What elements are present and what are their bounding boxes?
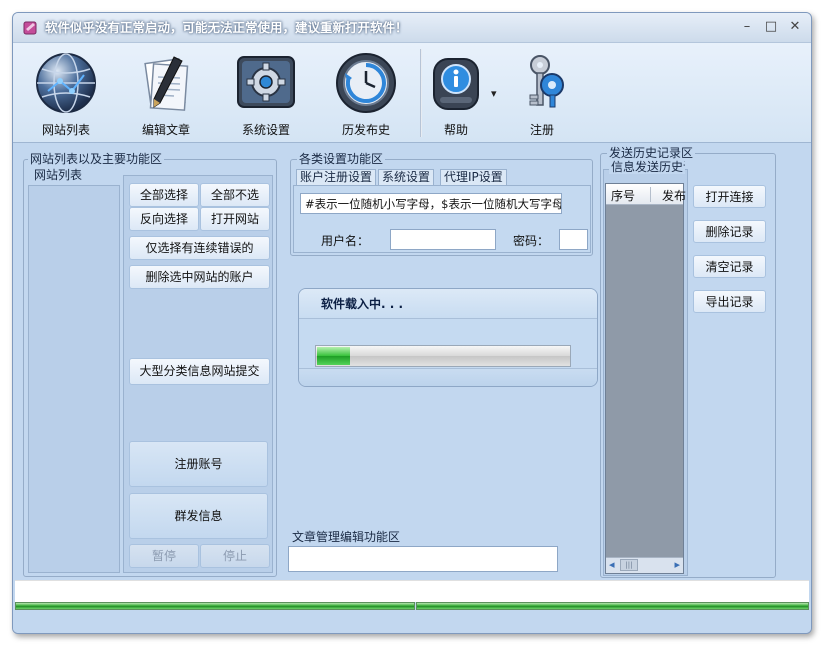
loading-dialog-footer bbox=[299, 368, 597, 386]
info-icon bbox=[433, 58, 479, 110]
window-title: 软件似乎没有正常启动，可能无法正常使用，建议重新打开软件！ bbox=[45, 20, 408, 35]
select-errors-button[interactable]: 仅选择有连续错误的 bbox=[129, 236, 270, 260]
scroll-thumb[interactable]: ||| bbox=[620, 559, 638, 571]
register-account-button[interactable]: 注册账号 bbox=[129, 441, 268, 487]
password-label: 密码： bbox=[513, 234, 550, 248]
clear-records-button[interactable]: 清空记录 bbox=[693, 255, 766, 278]
status-text-area bbox=[15, 580, 809, 602]
history-horizontal-scrollbar[interactable]: ◂ ||| ▸ bbox=[606, 557, 683, 573]
export-records-button[interactable]: 导出记录 bbox=[693, 290, 766, 313]
pause-button[interactable]: 暂停 bbox=[129, 544, 199, 568]
random-format-hint: #表示一位随机小写字母，$表示一位随机大写字母 bbox=[300, 193, 562, 214]
scroll-left-icon[interactable]: ◂ bbox=[609, 558, 615, 571]
column-divider[interactable] bbox=[650, 187, 651, 202]
password-input[interactable] bbox=[559, 229, 588, 250]
status-progress-left bbox=[15, 602, 415, 610]
loading-text: 软件载入中. . . bbox=[321, 297, 404, 311]
toolbar-publish-history[interactable]: 历发布史 bbox=[321, 47, 411, 139]
minimize-button[interactable]: – bbox=[737, 18, 757, 36]
chevron-down-icon[interactable]: ▾ bbox=[491, 87, 497, 100]
big-sites-submit-button[interactable]: 大型分类信息网站提交 bbox=[129, 358, 270, 385]
toolbar-system-settings-label: 系统设置 bbox=[241, 123, 290, 137]
gear-icon bbox=[237, 56, 295, 108]
app-icon bbox=[23, 21, 37, 35]
history-sub-title: 信息发送历史记录/历理 bbox=[609, 160, 685, 174]
toolbar-publish-history-label: 历发布史 bbox=[341, 123, 390, 137]
username-label: 用户名： bbox=[321, 234, 370, 248]
username-input[interactable] bbox=[390, 229, 496, 250]
globe-icon bbox=[36, 53, 96, 113]
status-progress-right bbox=[416, 602, 809, 610]
toolbar-help[interactable]: 帮助 ▾ bbox=[411, 47, 501, 139]
invert-selection-button[interactable]: 反向选择 bbox=[129, 207, 199, 231]
scroll-right-icon[interactable]: ▸ bbox=[674, 558, 680, 571]
toolbar-system-settings[interactable]: 系统设置 bbox=[221, 47, 311, 139]
clock-history-icon bbox=[336, 53, 396, 113]
loading-dialog: 软件载入中. . . bbox=[298, 288, 598, 387]
broadcast-button[interactable]: 群发信息 bbox=[129, 493, 268, 539]
article-group-title: 文章管理编辑功能区 bbox=[290, 528, 403, 545]
stop-button[interactable]: 停止 bbox=[200, 544, 270, 568]
loading-dialog-header: 软件载入中. . . bbox=[299, 289, 597, 319]
toolbar-website-list[interactable]: 网站列表 bbox=[21, 47, 111, 139]
main-window: 软件似乎没有正常启动，可能无法正常使用，建议重新打开软件！ – □ ✕ 网站列表… bbox=[12, 12, 812, 634]
main-toolbar: 网站列表 编辑文章 系统设置 历发布史 帮助 ▾ 注册 bbox=[13, 43, 811, 143]
toolbar-register[interactable]: 注册 bbox=[497, 47, 587, 139]
website-list-title: 网站列表 bbox=[32, 166, 85, 183]
delete-accounts-button[interactable]: 删除选中网站的账户 bbox=[129, 265, 270, 289]
toolbar-edit-article[interactable]: 编辑文章 bbox=[121, 47, 211, 139]
history-group-title: 发送历史记录区 bbox=[607, 144, 696, 161]
column-header-publish[interactable]: 发布 bbox=[662, 187, 686, 204]
close-button[interactable]: ✕ bbox=[785, 18, 805, 36]
history-list-view[interactable]: 序号 发布 ◂ ||| ▸ bbox=[605, 183, 686, 574]
toolbar-register-label: 注册 bbox=[529, 123, 554, 137]
select-all-button[interactable]: 全部选择 bbox=[129, 183, 199, 207]
maximize-button[interactable]: □ bbox=[761, 18, 781, 36]
website-list[interactable] bbox=[28, 185, 120, 573]
toolbar-website-list-label: 网站列表 bbox=[41, 123, 90, 137]
column-header-index[interactable]: 序号 bbox=[611, 187, 635, 204]
delete-record-button[interactable]: 删除记录 bbox=[693, 220, 766, 243]
keys-icon bbox=[529, 55, 564, 108]
status-bar bbox=[13, 578, 811, 633]
deselect-all-button[interactable]: 全部不选 bbox=[200, 183, 270, 207]
open-link-button[interactable]: 打开连接 bbox=[693, 185, 766, 208]
settings-group-title: 各类设置功能区 bbox=[297, 150, 386, 167]
open-site-button[interactable]: 打开网站 bbox=[200, 207, 270, 231]
tab-account-register[interactable]: 账户注册设置 bbox=[296, 169, 377, 186]
loading-progress-bar bbox=[315, 345, 571, 367]
tab-proxy-ip[interactable]: 代理IP设置 bbox=[440, 169, 507, 186]
title-bar: 软件似乎没有正常启动，可能无法正常使用，建议重新打开软件！ – □ ✕ bbox=[13, 13, 811, 43]
pen-document-icon bbox=[144, 56, 189, 111]
loading-progress-fill bbox=[317, 347, 350, 365]
article-editor-area[interactable] bbox=[288, 546, 558, 572]
toolbar-edit-article-label: 编辑文章 bbox=[141, 123, 190, 137]
history-list-header: 序号 发布 bbox=[606, 184, 686, 205]
website-list-group-title: 网站列表以及主要功能区 bbox=[28, 150, 165, 167]
toolbar-help-label: 帮助 bbox=[443, 123, 468, 137]
tab-system-settings[interactable]: 系统设置 bbox=[378, 169, 435, 186]
